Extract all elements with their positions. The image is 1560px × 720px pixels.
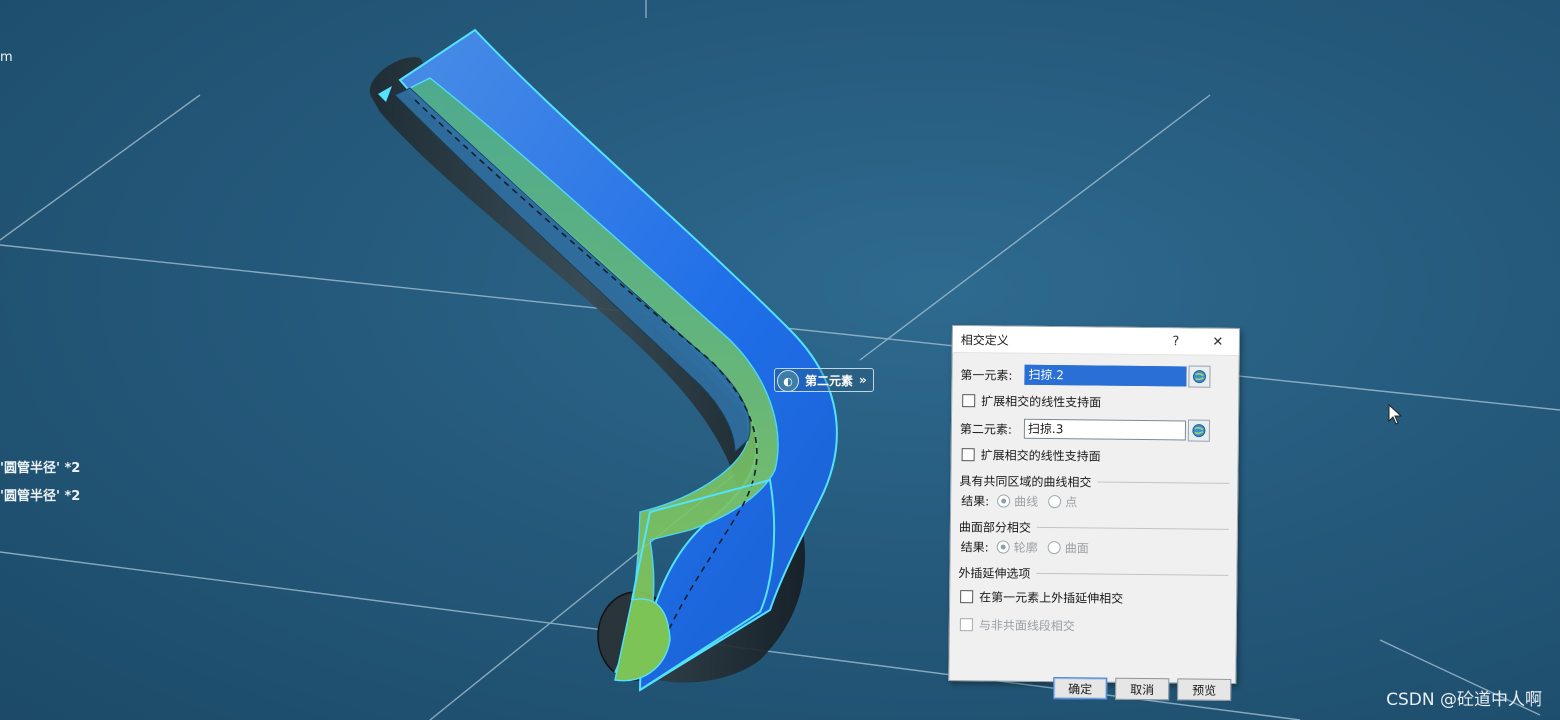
dialog-buttons: 确定 取消 预览	[1053, 677, 1232, 701]
second-element-field[interactable]: 扫掠.3	[1023, 418, 1187, 441]
3d-viewport[interactable]	[0, 0, 1560, 720]
surface-intersection-section: 曲面部分相交	[959, 517, 1229, 538]
extend-first-check[interactable]: 扩展相交的线性支持面	[962, 389, 1230, 414]
tag-label: 第二元素	[805, 373, 854, 388]
curve-result-row: 结果: 曲线 点	[961, 489, 1229, 514]
second-element-label: 第二元素:	[959, 421, 1013, 437]
tree-item-radius-1[interactable]: '圆管半径' *2	[0, 457, 80, 476]
curve-result-label: 结果:	[961, 493, 990, 508]
second-element-picker-button[interactable]	[1187, 419, 1211, 442]
mouse-cursor-icon	[1388, 404, 1403, 425]
section-divider	[1036, 526, 1229, 530]
checkbox[interactable]	[959, 617, 973, 631]
extend-second-label: 扩展相交的线性支持面	[980, 447, 1101, 464]
close-button[interactable]: ✕	[1205, 334, 1231, 349]
ok-button[interactable]: 确定	[1053, 677, 1108, 700]
option-curve-label: 曲线	[1014, 494, 1039, 509]
element-bubble-icon: ◐	[777, 370, 799, 392]
option-contour-label: 轮廓	[1013, 540, 1038, 555]
tree-item-fragment[interactable]: m	[0, 50, 13, 65]
checkbox[interactable]	[960, 589, 974, 603]
extrapolation-section: 外插延伸选项	[958, 563, 1229, 584]
checkbox[interactable]	[962, 393, 976, 407]
section-divider	[1097, 481, 1230, 484]
extend-second-check[interactable]: 扩展相交的线性支持面	[961, 443, 1230, 468]
noncoplanar-check[interactable]: 与非共面线段相交	[959, 613, 1228, 638]
checkbox[interactable]	[961, 447, 975, 461]
dialog-titlebar[interactable]: 相交定义 ? ✕	[952, 326, 1239, 357]
watermark: CSDN @砼道中人啊	[1386, 690, 1542, 710]
extrap-first-label: 在第一元素上外插延伸相交	[979, 589, 1124, 606]
radio-curve[interactable]	[997, 493, 1011, 508]
dialog-title: 相交定义	[960, 332, 1009, 348]
surface-section-title: 曲面部分相交	[958, 519, 1031, 535]
surface-result-label: 结果:	[960, 539, 989, 554]
noncoplanar-label: 与非共面线段相交	[978, 617, 1075, 633]
first-element-row: 第一元素: 扫掠.2	[960, 363, 1230, 388]
extend-first-label: 扩展相交的线性支持面	[981, 393, 1102, 410]
tree-item-radius-2[interactable]: '圆管半径' *2	[0, 485, 80, 504]
curve-intersection-section: 具有共同区域的曲线相交	[959, 471, 1230, 492]
second-element-row: 第二元素: 扫掠.3	[960, 417, 1230, 442]
preview-button[interactable]: 预览	[1177, 678, 1232, 701]
second-element-tag[interactable]: ◐ 第二元素 »	[774, 368, 874, 392]
radio-contour[interactable]	[996, 539, 1010, 554]
intersection-definition-dialog: 相交定义 ? ✕ 第一元素: 扫掠.2 扩展相交的线性支持面 第二元素: 扫掠.…	[948, 325, 1240, 701]
option-point-label: 点	[1065, 494, 1078, 509]
radio-surface[interactable]	[1047, 540, 1061, 554]
cancel-button[interactable]: 取消	[1115, 677, 1170, 701]
section-divider	[1036, 572, 1229, 576]
extrap-section-title: 外插延伸选项	[958, 565, 1031, 581]
option-surface-label: 曲面	[1064, 540, 1089, 555]
extrap-first-check[interactable]: 在第一元素上外插延伸相交	[960, 585, 1228, 610]
globe-pick-icon	[1192, 370, 1206, 384]
first-element-label: 第一元素:	[960, 367, 1013, 383]
radio-point[interactable]	[1048, 494, 1062, 508]
globe-pick-icon	[1192, 424, 1206, 438]
expand-chevron-icon[interactable]: »	[859, 373, 867, 387]
curve-section-title: 具有共同区域的曲线相交	[959, 473, 1092, 489]
first-element-picker-button[interactable]	[1188, 365, 1211, 388]
surface-result-row: 结果: 轮廓 曲面	[961, 535, 1229, 560]
help-button[interactable]: ?	[1163, 334, 1189, 349]
first-element-field[interactable]: 扫掠.2	[1024, 364, 1187, 387]
